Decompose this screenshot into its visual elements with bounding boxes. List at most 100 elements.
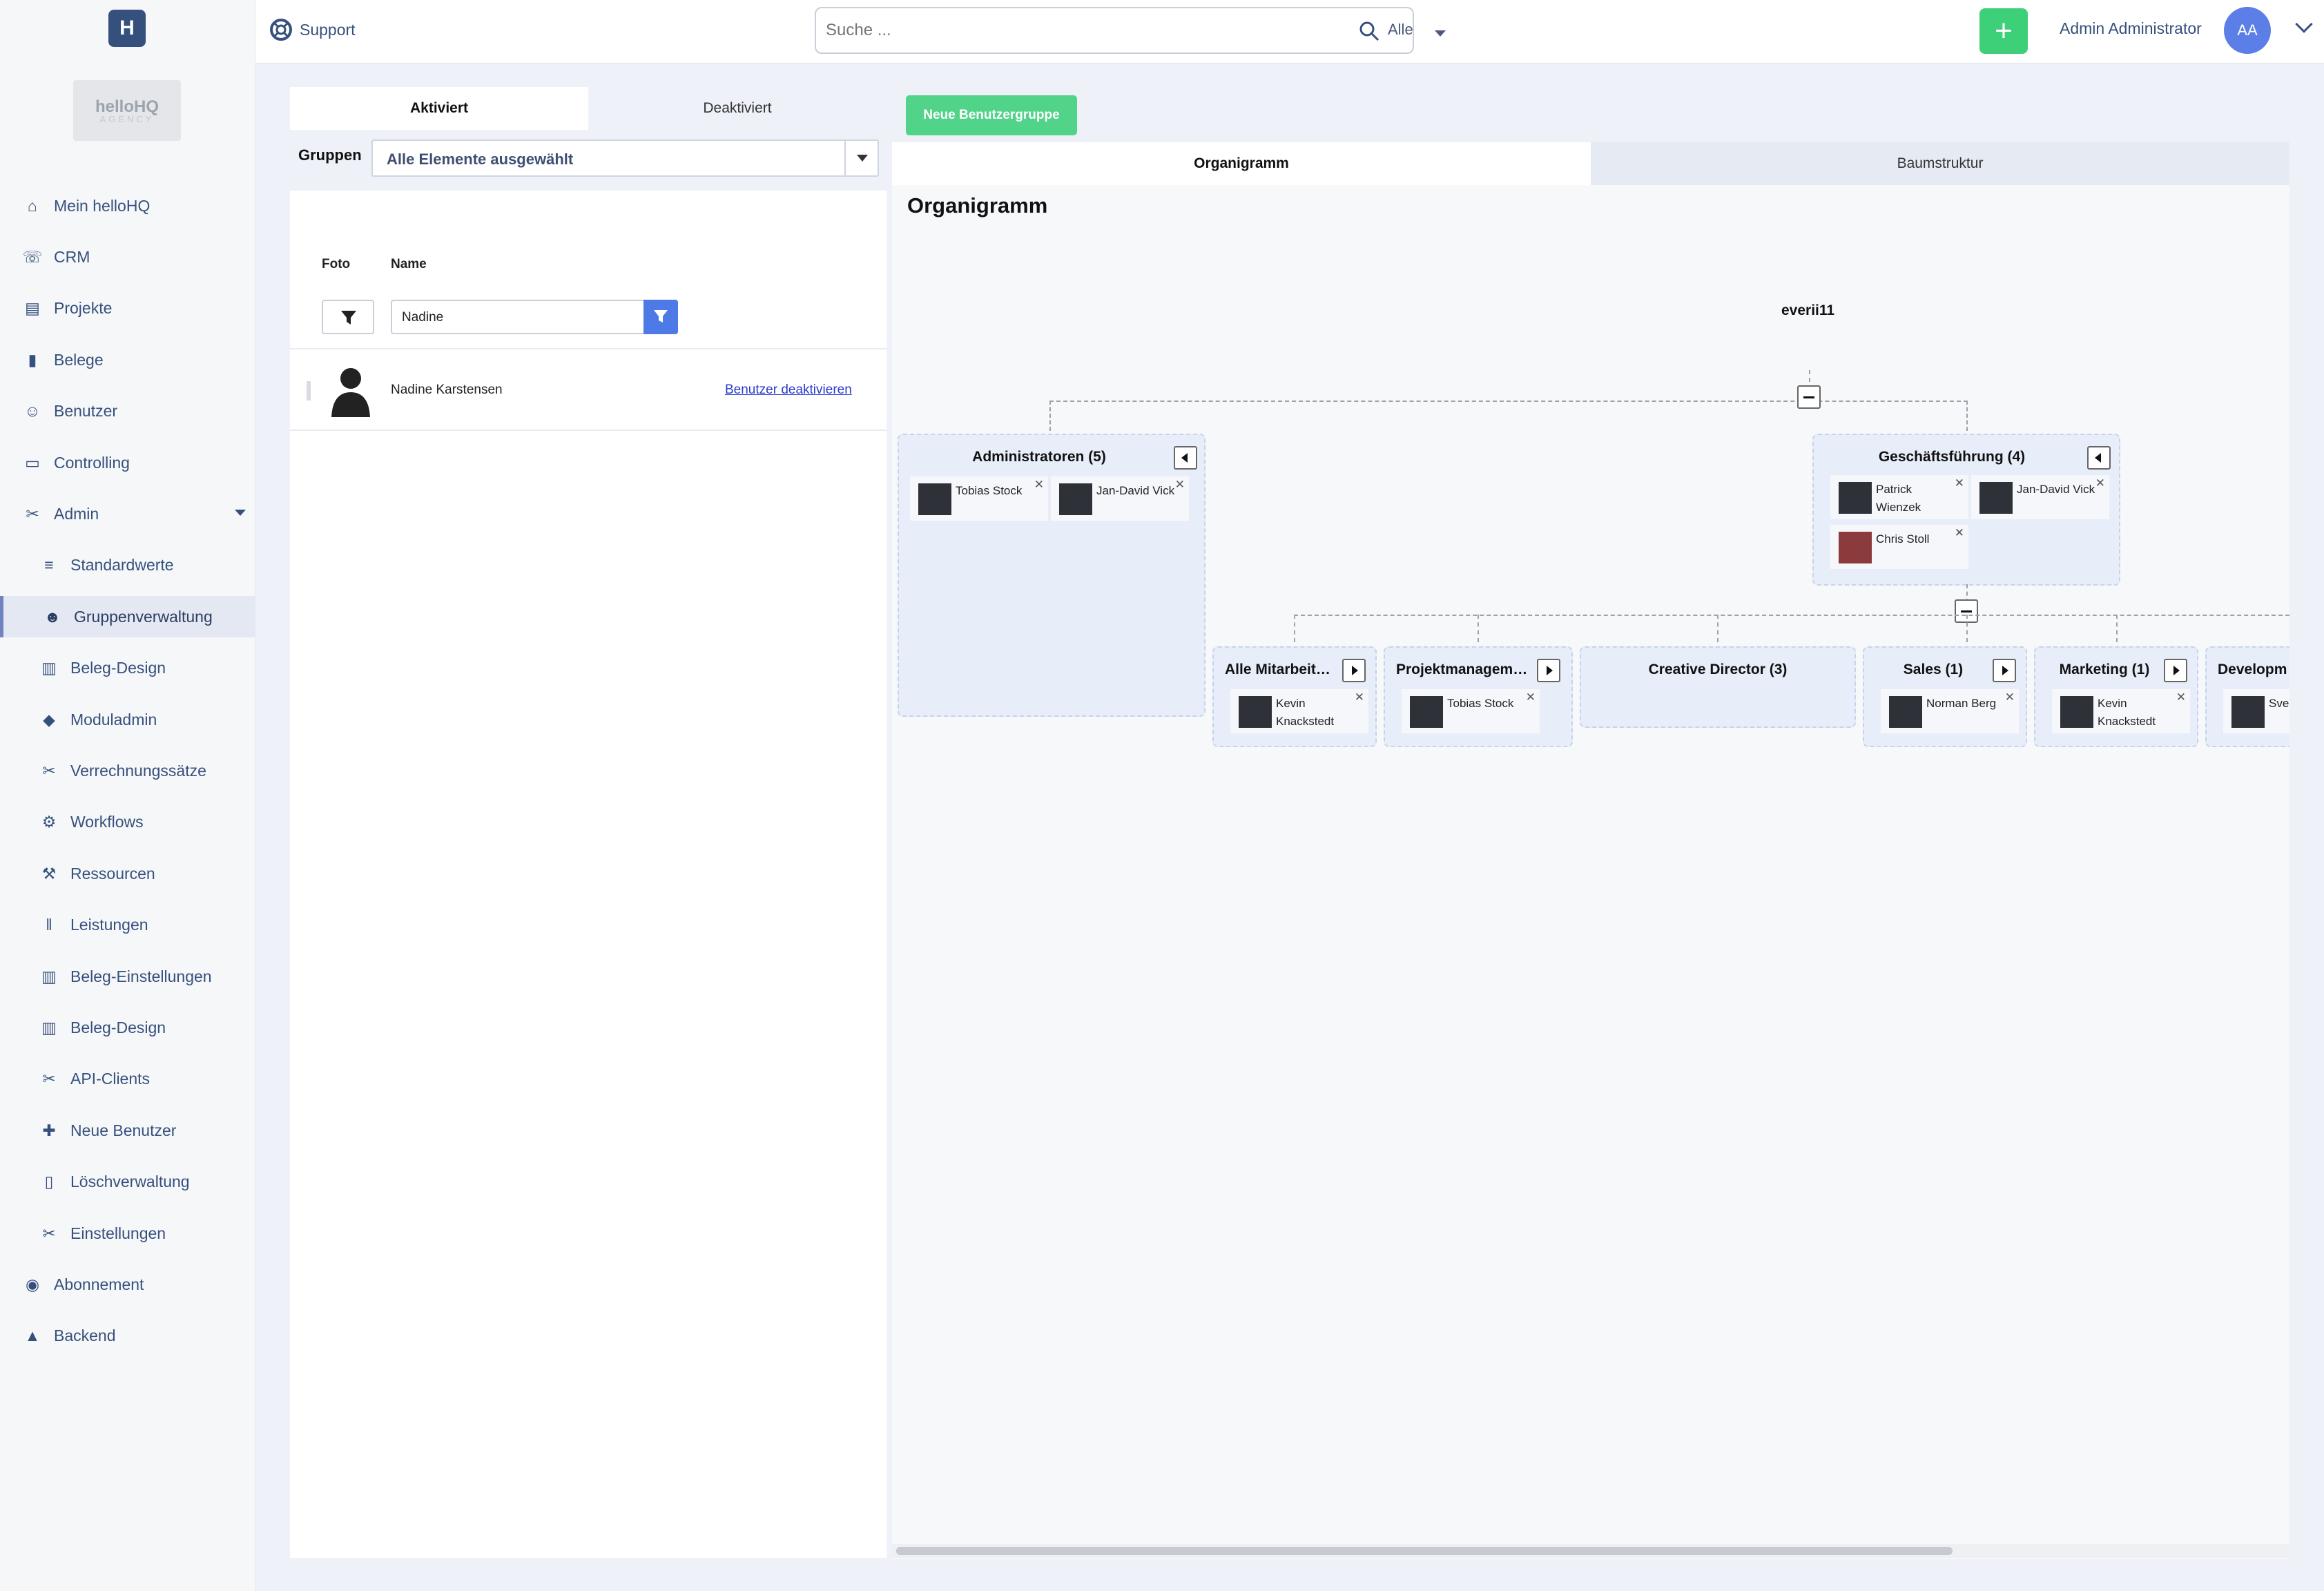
chevron-down-icon[interactable] (235, 510, 246, 517)
groups-select[interactable]: Alle Elemente ausgewählt (371, 139, 879, 177)
member-card[interactable]: Tobias Stock ✕ (910, 476, 1048, 521)
sidebar-item-einstellungen[interactable]: ✂ Einstellungen (0, 1213, 255, 1254)
org-root-label: everii11 (1781, 302, 1835, 318)
photo-filter-button[interactable] (322, 300, 374, 334)
new-group-button[interactable]: Neue Benutzergruppe (906, 95, 1077, 135)
sidebar-item-admin[interactable]: ✂ Admin (0, 493, 255, 534)
avatar[interactable]: AA (2224, 7, 2271, 54)
sidebar-item-löschverwaltung[interactable]: ▯ Löschverwaltung (0, 1161, 255, 1203)
tab-organigramm[interactable]: Organigramm (892, 142, 1591, 185)
sidebar-item-beleg-design[interactable]: ▥ Beleg-Design (0, 648, 255, 689)
drag-handle[interactable] (307, 381, 311, 401)
member-photo (918, 483, 951, 515)
sidebar-item-label: Beleg-Einstellungen (70, 967, 212, 985)
sidebar-item-moduladmin[interactable]: ◆ Moduladmin (0, 699, 255, 740)
connector (1966, 401, 1968, 431)
group-node[interactable]: Geschäftsführung (4) Patrick Wienzek ✕ Ja… (1812, 434, 2120, 586)
sidebar-item-mein-hellohq[interactable]: ⌂ Mein helloHQ (0, 185, 255, 226)
expand-right-icon[interactable] (1537, 659, 1560, 682)
collapse-button[interactable] (1797, 385, 1821, 409)
circle-icon: ◉ (25, 1275, 40, 1293)
member-card[interactable]: Patrick Wienzek ✕ (1830, 475, 1968, 519)
org-chart-panel: Organigramm everii11 Administratoren (5)… (892, 185, 2289, 1559)
sidebar-item-abonnement[interactable]: ◉ Abonnement (0, 1264, 255, 1305)
close-icon[interactable]: ✕ (1355, 691, 1364, 704)
dropdown-arrow-icon[interactable] (844, 141, 878, 175)
tools-icon: ✂ (42, 1070, 56, 1088)
barcode-icon: ‖ (46, 916, 52, 934)
search-icon[interactable] (1357, 19, 1381, 43)
sidebar-item-beleg-design[interactable]: ▥ Beleg-Design (0, 1007, 255, 1048)
sidebar-item-label: API-Clients (70, 1070, 151, 1088)
table-row[interactable]: Nadine Karstensen Benutzer deaktivieren (290, 348, 887, 431)
sidebar-item-workflows[interactable]: ⚙ Workflows (0, 802, 255, 843)
close-icon[interactable]: ✕ (1175, 478, 1185, 492)
sidebar-item-ressourcen[interactable]: ⚒ Ressourcen (0, 853, 255, 894)
sidebar-item-crm[interactable]: ☏ CRM (0, 236, 255, 278)
company-sub: AGENCY (99, 113, 155, 124)
tab-baumstruktur[interactable]: Baumstruktur (1591, 142, 2289, 185)
expand-right-icon[interactable] (1993, 659, 2016, 682)
collapse-left-icon[interactable] (2087, 446, 2111, 470)
app-logo[interactable]: H (108, 10, 146, 47)
sidebar-item-leistungen[interactable]: ‖ Leistungen (0, 905, 255, 946)
member-card[interactable]: Kevin Knackstedt ✕ (1230, 689, 1368, 733)
sidebar-item-neue-benutzer[interactable]: ✚ Neue Benutzer (0, 1110, 255, 1151)
trash-icon: ▯ (44, 1173, 54, 1191)
expand-right-icon[interactable] (2164, 659, 2187, 682)
group-node[interactable]: Creative Director (3) (1580, 646, 1856, 728)
chevron-down-icon[interactable] (1435, 30, 1446, 37)
group-node[interactable]: Alle Mitarbeit… Kevin Knackstedt ✕ (1212, 646, 1377, 747)
group-node[interactable]: Sales (1) Norman Berg ✕ (1863, 646, 2027, 747)
close-icon[interactable]: ✕ (2176, 691, 2186, 704)
member-card[interactable]: Jan-David Vick ✕ (1971, 475, 2109, 519)
name-filter-button[interactable] (643, 300, 678, 334)
member-card[interactable]: Kevin Knackstedt ✕ (2052, 689, 2190, 733)
close-icon[interactable]: ✕ (1955, 476, 1964, 490)
member-card[interactable]: Chris Stoll ✕ (1830, 525, 1968, 569)
column-header-name[interactable]: Name (391, 257, 427, 272)
search-scope-select[interactable]: Alle (1388, 21, 1413, 39)
user-name[interactable]: Admin Administrator (2060, 19, 2202, 38)
close-icon[interactable]: ✕ (1526, 691, 1536, 704)
sidebar-item-backend[interactable]: ▲ Backend (0, 1315, 255, 1357)
collapse-left-icon[interactable] (1174, 446, 1197, 470)
sidebar-item-belege[interactable]: ▮ Belege (0, 339, 255, 380)
sidebar-item-beleg-einstellungen[interactable]: ▥ Beleg-Einstellungen (0, 956, 255, 997)
close-icon[interactable]: ✕ (2005, 691, 2015, 704)
sidebar-item-projekte[interactable]: ▤ Projekte (0, 288, 255, 329)
sidebar-item-standardwerte[interactable]: ≡ Standardwerte (0, 545, 255, 586)
support-link[interactable]: Support (269, 18, 356, 41)
close-icon[interactable]: ✕ (1955, 526, 1964, 540)
expand-right-icon[interactable] (1342, 659, 1366, 682)
member-card[interactable]: Sven Born (2223, 689, 2289, 733)
group-title: Alle Mitarbeit… (1225, 662, 1330, 677)
add-button[interactable]: + (1979, 8, 2028, 54)
member-card[interactable]: Tobias Stock ✕ (1402, 689, 1540, 733)
close-icon[interactable]: ✕ (2095, 476, 2105, 490)
tab-aktiviert[interactable]: Aktiviert (290, 87, 588, 130)
member-name: Tobias Stock (956, 484, 1023, 497)
name-filter-input[interactable] (400, 308, 628, 327)
close-icon[interactable]: ✕ (1034, 478, 1044, 492)
member-card[interactable]: Norman Berg ✕ (1881, 689, 2019, 733)
group-node[interactable]: Administratoren (5) Tobias Stock ✕ Jan-Da… (898, 434, 1205, 717)
group-title: Developm (2218, 662, 2287, 677)
member-card[interactable]: Jan-David Vick ✕ (1051, 476, 1189, 521)
horizontal-scrollbar[interactable] (896, 1547, 1953, 1555)
sidebar-item-gruppenverwaltung[interactable]: ☻ Gruppenverwaltung (0, 596, 255, 638)
sidebar-item-controlling[interactable]: ▭ Controlling (0, 442, 255, 483)
sidebar-item-api-clients[interactable]: ✂ API-Clients (0, 1059, 255, 1100)
sidebar-item-verrechnungssätze[interactable]: ✂ Verrechnungssätze (0, 750, 255, 791)
sidebar-item-benutzer[interactable]: ☺ Benutzer (0, 391, 255, 432)
crm-icon: ☏ (22, 247, 43, 266)
group-node[interactable]: Marketing (1) Kevin Knackstedt ✕ (2034, 646, 2198, 747)
chevron-down-icon[interactable] (2295, 15, 2313, 33)
tab-deaktiviert[interactable]: Deaktiviert (588, 87, 887, 130)
deactivate-user-link[interactable]: Benutzer deaktivieren (725, 383, 852, 398)
search-input[interactable] (824, 15, 1308, 46)
column-header-photo[interactable]: Foto (322, 257, 350, 272)
group-node[interactable]: Developm Sven Born (2205, 646, 2289, 747)
group-node[interactable]: Projektmanagem… Tobias Stock ✕ (1384, 646, 1573, 747)
group-title: Administratoren (5) (972, 449, 1106, 465)
